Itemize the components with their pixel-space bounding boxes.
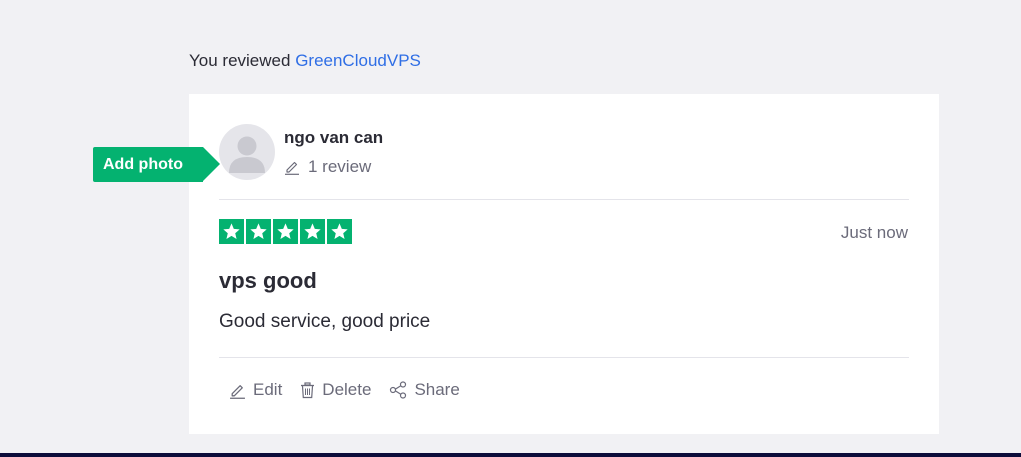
divider [219, 357, 909, 358]
star-icon [223, 223, 240, 240]
share-button[interactable]: Share [389, 380, 460, 400]
star-box [219, 219, 244, 244]
review-timestamp: Just now [840, 223, 908, 242]
star-box [273, 219, 298, 244]
edit-button[interactable]: Edit [229, 380, 282, 400]
avatar[interactable] [219, 124, 275, 180]
review-count-label: 1 review [308, 157, 372, 176]
delete-button[interactable]: Delete [300, 380, 371, 400]
star-icon [331, 223, 348, 240]
add-photo-button[interactable]: Add photo [93, 147, 220, 182]
star-icon [304, 223, 321, 240]
reviewed-line: You reviewed GreenCloudVPS [189, 51, 421, 71]
share-icon [390, 381, 407, 399]
star-box [327, 219, 352, 244]
review-actions: Edit Delete Share [229, 380, 478, 400]
star-box [300, 219, 325, 244]
review-title: vps good [219, 268, 317, 293]
trash-icon [301, 381, 315, 398]
review-count: 1 review [284, 157, 371, 177]
share-label: Share [414, 380, 460, 399]
reviewed-prefix: You reviewed [189, 51, 291, 70]
review-card: ngo van can 1 review Just now vps good G… [189, 94, 939, 434]
delete-label: Delete [322, 380, 372, 399]
review-body: Good service, good price [219, 311, 431, 332]
edit-label: Edit [253, 380, 283, 399]
pencil-icon [230, 384, 245, 399]
pencil-icon [285, 161, 299, 175]
star-icon [277, 223, 294, 240]
star-icon [250, 223, 267, 240]
company-link[interactable]: GreenCloudVPS [295, 51, 421, 70]
user-silhouette-icon [229, 136, 265, 173]
reviewer-name[interactable]: ngo van can [284, 128, 383, 148]
divider [219, 199, 909, 200]
bottom-bar [0, 453, 1021, 457]
star-box [246, 219, 271, 244]
star-rating [219, 219, 352, 244]
